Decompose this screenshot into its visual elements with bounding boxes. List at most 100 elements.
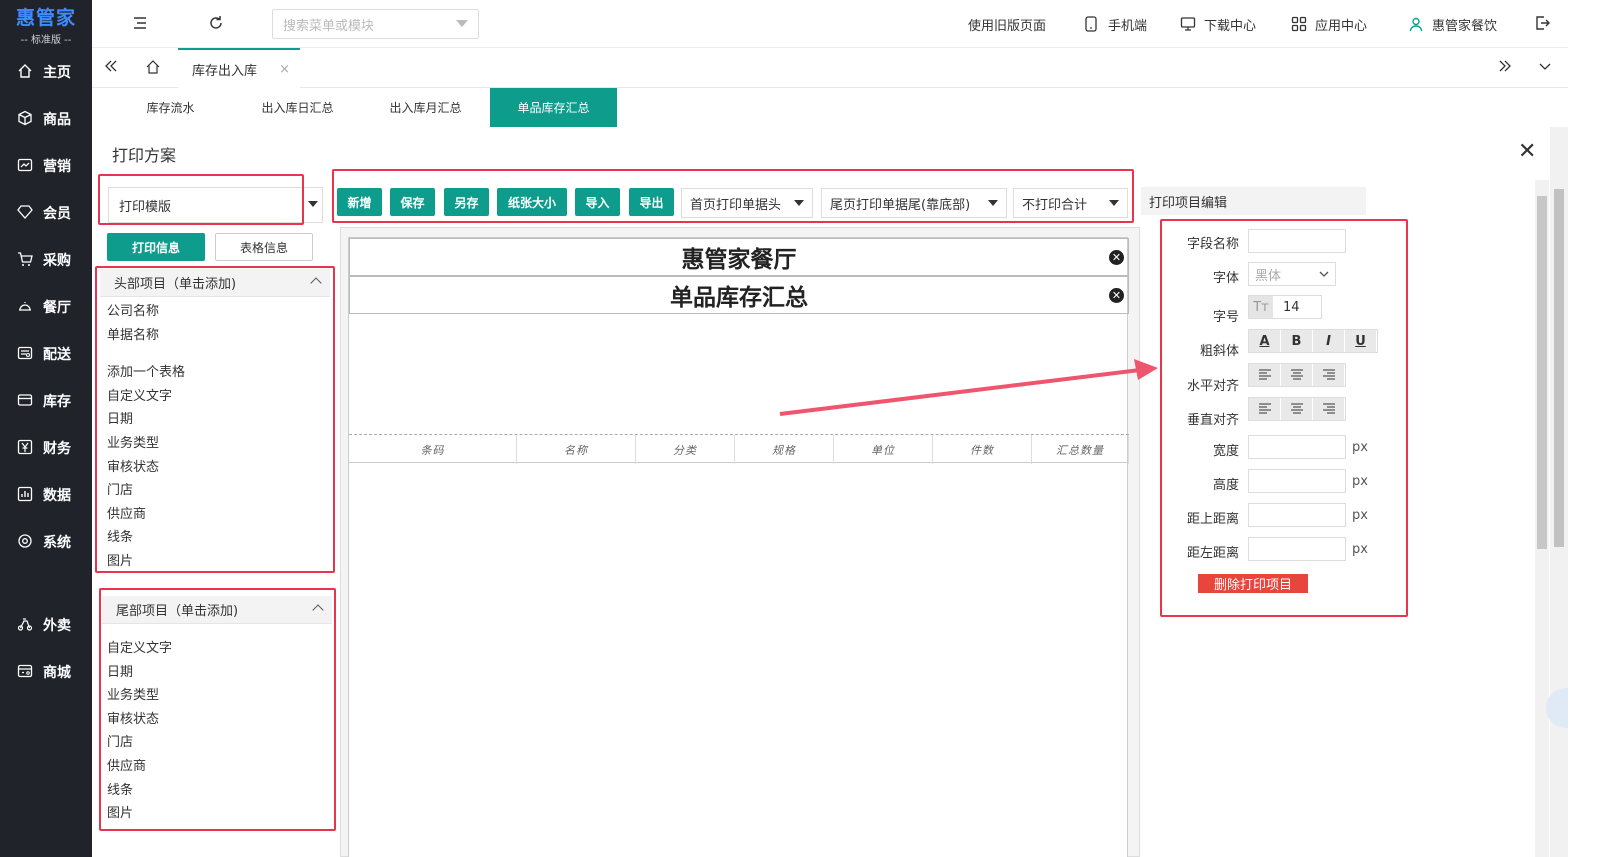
list-item[interactable]: 业务类型 [107, 432, 327, 456]
save-button[interactable]: 保存 [390, 188, 435, 216]
list-item[interactable]: 审核状态 [107, 708, 327, 732]
tab-inventory-in-out[interactable]: 库存出入库 × [178, 48, 300, 88]
list-item[interactable]: 业务类型 [107, 684, 327, 708]
print-info-button[interactable]: 打印信息 [107, 233, 205, 261]
export-button[interactable]: 导出 [629, 188, 674, 216]
height-input[interactable] [1248, 469, 1346, 493]
sidebar-item-shop[interactable]: 商城 [0, 648, 92, 695]
list-item[interactable]: 添加一个表格 [107, 361, 327, 385]
logout-icon[interactable] [1534, 15, 1552, 33]
italic-button[interactable]: I [1313, 330, 1345, 352]
remove-item-icon[interactable]: ✕ [1109, 250, 1124, 265]
align-top-icon[interactable] [1249, 398, 1281, 420]
sidebar-item-chart[interactable]: 营销 [0, 142, 92, 189]
align-middle-icon[interactable] [1281, 398, 1313, 420]
align-bottom-icon[interactable] [1313, 398, 1345, 420]
field-name-input[interactable] [1248, 229, 1346, 253]
list-item[interactable]: 图片 [107, 550, 327, 574]
search-input[interactable]: 搜索菜单或模块 [272, 9, 479, 39]
download-link[interactable]: 下载中心 [1180, 0, 1256, 48]
table-column-header[interactable]: 汇总数量 [1032, 435, 1129, 464]
doc-name-item[interactable]: 单品库存汇总 ✕ [349, 276, 1129, 314]
close-icon[interactable]: × [279, 62, 290, 77]
list-item[interactable]: 日期 [107, 661, 327, 685]
company-name-item[interactable]: 惠管家餐厅 ✕ [349, 238, 1129, 276]
page-scrollbar[interactable] [1550, 127, 1568, 857]
total-print-select[interactable]: 不打印合计 [1013, 188, 1128, 218]
refresh-icon[interactable] [208, 15, 226, 33]
close-dialog-icon[interactable]: ✕ [1518, 139, 1536, 164]
sidebar-item-gear[interactable]: 系统 [0, 518, 92, 565]
remove-item-icon[interactable]: ✕ [1109, 288, 1124, 303]
list-item[interactable]: 公司名称 [107, 300, 327, 324]
header-items-panel-title[interactable]: 头部项目（单击添加) [100, 269, 330, 297]
inner-scrollbar[interactable] [1535, 180, 1549, 857]
chevron-down-icon[interactable] [1538, 59, 1556, 77]
table-header[interactable]: 条码 名称 分类 规格 单位 件数 汇总数量 [349, 434, 1129, 464]
import-button[interactable]: 导入 [575, 188, 620, 216]
list-item[interactable]: 图片 [107, 802, 327, 826]
list-item[interactable]: 供应商 [107, 503, 327, 527]
chevron-up-icon[interactable] [310, 277, 322, 289]
list-item[interactable]: 线条 [107, 526, 327, 550]
table-column-header[interactable]: 规格 [735, 435, 834, 464]
app-center-link[interactable]: 应用中心 [1291, 0, 1367, 48]
align-right-icon[interactable] [1313, 364, 1345, 386]
table-column-header[interactable]: 单位 [834, 435, 933, 464]
chevron-down-icon[interactable] [308, 201, 318, 207]
home-tab-icon[interactable] [145, 59, 163, 77]
subtab-daily-summary[interactable]: 出入库日汇总 [234, 88, 361, 127]
underline-button[interactable]: U [1345, 330, 1377, 352]
old-page-link[interactable]: 使用旧版页面 [968, 0, 1046, 48]
subtab-item-summary[interactable]: 单品库存汇总 [490, 88, 617, 127]
sidebar-item-truck[interactable]: 配送 [0, 330, 92, 377]
bold-button[interactable]: B [1281, 330, 1313, 352]
subtab-inventory-flow[interactable]: 库存流水 [107, 88, 234, 127]
align-left-icon[interactable] [1249, 364, 1281, 386]
font-select[interactable]: 黑体 [1248, 262, 1336, 286]
list-item[interactable]: 审核状态 [107, 456, 327, 480]
table-column-header[interactable]: 名称 [517, 435, 636, 464]
list-item[interactable]: 自定义文字 [107, 637, 327, 661]
save-as-button[interactable]: 另存 [444, 188, 489, 216]
table-column-header[interactable]: 条码 [349, 435, 517, 464]
font-size-input[interactable]: Tт 14 [1248, 295, 1322, 319]
chevron-up-icon[interactable] [312, 604, 324, 616]
list-item[interactable]: 门店 [107, 479, 327, 503]
top-offset-input[interactable] [1248, 503, 1346, 527]
table-info-button[interactable]: 表格信息 [215, 233, 313, 261]
delete-print-item-button[interactable]: 删除打印项目 [1198, 574, 1308, 593]
sidebar-item-home[interactable]: 主页 [0, 48, 92, 95]
user-menu[interactable]: 惠管家餐饮 [1408, 0, 1497, 48]
sidebar-item-cloche[interactable]: 餐厅 [0, 283, 92, 330]
double-chevron-left-icon[interactable] [104, 59, 122, 77]
table-column-header[interactable]: 分类 [636, 435, 735, 464]
subtab-monthly-summary[interactable]: 出入库月汇总 [362, 88, 489, 127]
page-scroll-thumb[interactable] [1554, 189, 1564, 547]
menu-toggle-icon[interactable] [132, 15, 150, 33]
list-item[interactable]: 供应商 [107, 755, 327, 779]
list-item[interactable]: 线条 [107, 779, 327, 803]
sidebar-item-scooter[interactable]: 外卖 [0, 601, 92, 648]
last-page-footer-select[interactable]: 尾页打印单据尾(靠底部) [821, 188, 1007, 218]
list-item[interactable]: 日期 [107, 408, 327, 432]
width-input[interactable] [1248, 435, 1346, 459]
sidebar-item-box[interactable]: 库存 [0, 377, 92, 424]
sidebar-item-yen[interactable]: 财务 [0, 424, 92, 471]
align-center-icon[interactable] [1281, 364, 1313, 386]
sidebar-item-diamond[interactable]: 会员 [0, 189, 92, 236]
left-offset-input[interactable] [1248, 537, 1346, 561]
list-item[interactable]: 门店 [107, 731, 327, 755]
double-chevron-right-icon[interactable] [1498, 59, 1516, 77]
paper-size-button[interactable]: 纸张大小 [497, 188, 567, 216]
logo[interactable]: 惠管家 -- 标准版 -- [0, 0, 92, 48]
list-item[interactable]: 自定义文字 [107, 385, 327, 409]
list-item[interactable]: 单据名称 [107, 324, 327, 348]
sidebar-item-cube[interactable]: 商品 [0, 95, 92, 142]
mobile-link[interactable]: 手机端 [1084, 0, 1147, 48]
footer-items-panel-title[interactable]: 尾部项目（单击添加) [102, 596, 332, 624]
table-column-header[interactable]: 件数 [933, 435, 1032, 464]
sidebar-item-cart[interactable]: 采购 [0, 236, 92, 283]
font-color-button[interactable]: A [1249, 330, 1281, 352]
inner-scroll-thumb[interactable] [1537, 196, 1547, 549]
